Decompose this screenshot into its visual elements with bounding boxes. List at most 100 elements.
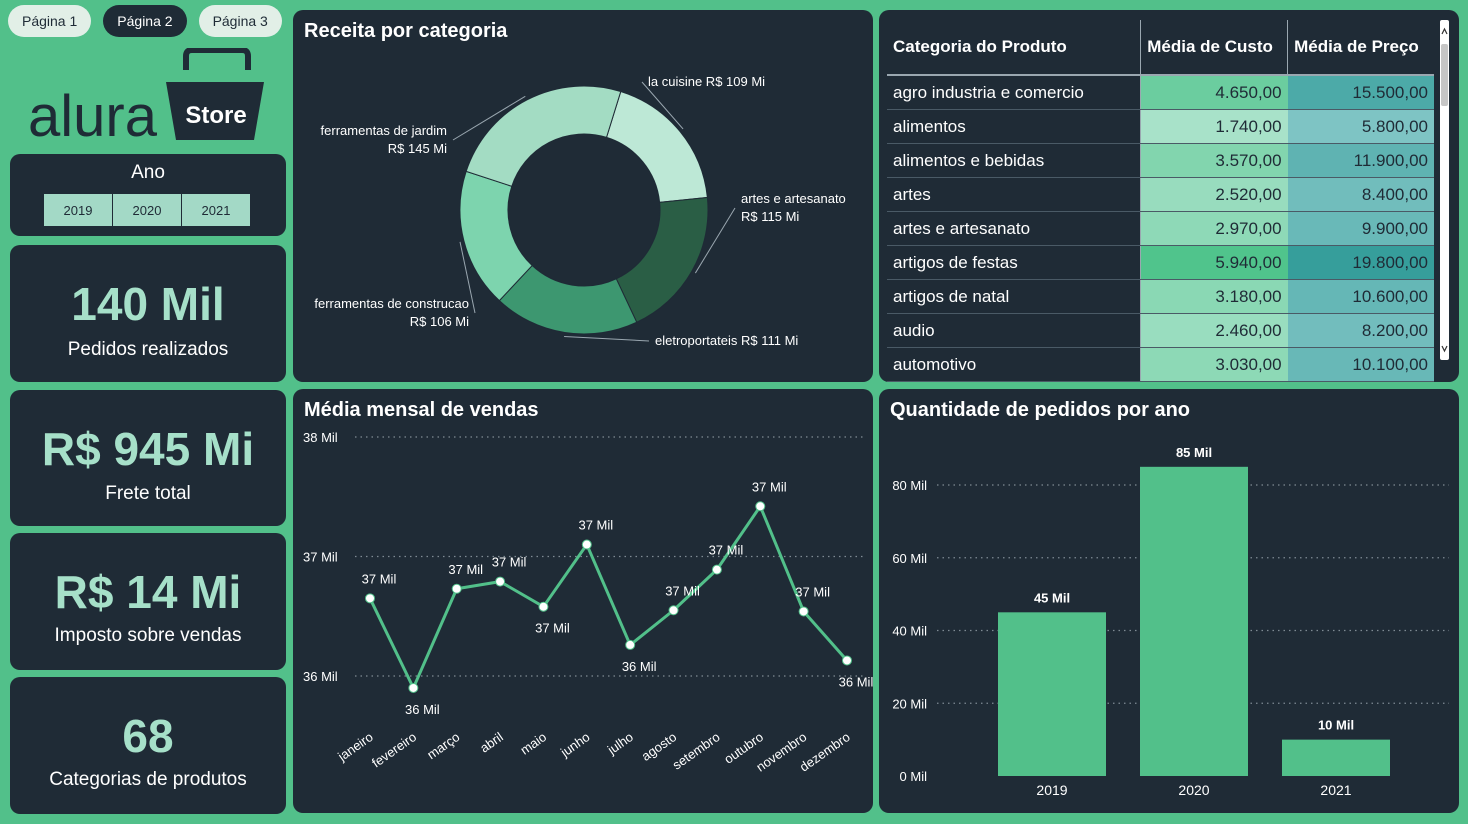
y-tick-label: 80 Mil <box>892 478 927 493</box>
kpi-card-imposto: R$ 14 Mi Imposto sobre vendas <box>10 533 286 670</box>
kpi-card-frete: R$ 945 Mi Frete total <box>10 390 286 526</box>
table-row[interactable]: alimentos 1.740,00 5.800,00 <box>887 109 1434 144</box>
donut-slice <box>465 85 622 187</box>
table-row[interactable]: alimentos e bebidas 3.570,00 11.900,00 <box>887 143 1434 178</box>
category-table: Categoria do Produto Média de Custo Médi… <box>887 20 1434 382</box>
kpi-value: 140 Mil <box>71 278 225 330</box>
basket-handle-icon <box>183 48 251 70</box>
slicer-option-2021[interactable]: 2021 <box>182 194 250 226</box>
cell-preco: 10.100,00 <box>1287 347 1434 382</box>
x-tick-label: julho <box>604 729 636 758</box>
cell-preco: 5.800,00 <box>1287 109 1434 144</box>
column-header-categoria[interactable]: Categoria do Produto <box>887 20 1141 76</box>
table-body: agro industria e comercio 4.650,00 15.500,… <box>887 75 1434 382</box>
alura-store-logo: alura Store <box>28 48 264 144</box>
category-table-panel: Categoria do Produto Média de Custo Médi… <box>879 10 1459 382</box>
data-point <box>495 576 506 587</box>
cell-custo: 5.940,00 <box>1140 245 1288 280</box>
cell-custo: 3.180,00 <box>1140 279 1288 314</box>
cell-categoria: artes <box>887 177 1141 212</box>
data-point <box>581 539 592 550</box>
data-point <box>842 655 852 666</box>
x-tick-label: abril <box>477 729 506 755</box>
table-row[interactable]: artigos de festas 5.940,00 19.800,00 <box>887 245 1434 280</box>
logo-badge-text: Store <box>185 102 246 129</box>
tab-pagina-2[interactable]: Página 2 <box>103 5 187 37</box>
cell-preco: 11.900,00 <box>1287 143 1434 178</box>
cell-preco: 8.400,00 <box>1287 177 1434 212</box>
x-tick-label: setembro <box>670 729 723 772</box>
series-line <box>368 503 849 692</box>
data-point <box>711 564 722 575</box>
donut-slice <box>605 90 708 203</box>
table-row[interactable]: audio 2.460,00 8.200,00 <box>887 313 1434 348</box>
data-label: 36 Mil <box>622 659 657 674</box>
column-header-custo[interactable]: Média de Custo <box>1140 20 1288 76</box>
cell-categoria: automotivo <box>887 347 1141 382</box>
x-tick-label: junho <box>557 729 592 760</box>
table-row[interactable]: agro industria e comercio 4.650,00 15.500,… <box>887 75 1434 110</box>
bar-chart: 0 Mil 20 Mil 40 Mil 60 Mil 80 Mil 45 Mil 2019 8… <box>892 445 1449 798</box>
data-point <box>365 593 375 604</box>
slicer-option-2019[interactable]: 2019 <box>44 194 112 226</box>
data-label: 10 Mil <box>1318 718 1354 733</box>
table-row[interactable]: artes e artesanato 2.970,00 9.900,00 <box>887 211 1434 246</box>
bar <box>1282 739 1390 776</box>
tab-pagina-3[interactable]: Página 3 <box>198 5 282 37</box>
x-tick-label: março <box>424 729 462 762</box>
data-point <box>408 682 419 693</box>
slice-value-label: R$ 106 Mi <box>410 314 469 329</box>
slice-label: artes e artesanato <box>741 191 846 206</box>
column-header-preco[interactable]: Média de Preço <box>1287 20 1434 76</box>
chevron-up-icon[interactable] <box>1441 27 1448 35</box>
table-row[interactable]: artes 2.520,00 8.400,00 <box>887 177 1434 212</box>
cell-preco: 8.200,00 <box>1287 313 1434 348</box>
table-header-row: Categoria do Produto Média de Custo Médi… <box>887 20 1434 76</box>
cell-preco: 19.800,00 <box>1287 245 1434 280</box>
data-label: 37 Mil <box>578 518 613 533</box>
y-tick-label: 36 Mil <box>303 669 338 684</box>
chevron-down-icon[interactable] <box>1441 345 1448 353</box>
table-row[interactable]: artigos de natal 3.180,00 10.600,00 <box>887 279 1434 314</box>
year-slicer: Ano 2019 2020 2021 <box>10 154 286 236</box>
cell-categoria: artigos de festas <box>887 245 1141 280</box>
slice-value-label: R$ 115 Mi <box>741 209 799 224</box>
x-tick-label: maio <box>517 729 549 757</box>
x-tick-label: 2020 <box>1178 782 1209 798</box>
slice-value-label: R$ 145 Mi <box>388 141 447 156</box>
data-label: 37 Mil <box>448 562 483 577</box>
kpi-value: R$ 14 Mi <box>54 566 242 618</box>
data-label: 37 Mil <box>752 479 787 494</box>
y-tick-label: 38 Mil <box>303 430 338 445</box>
data-label: 45 Mil <box>1034 590 1070 605</box>
page-tabs: Página 1 Página 2 Página 3 <box>8 5 282 37</box>
donut-chart: la cuisine R$ 109 Mi artes e artesanato R$… <box>314 74 846 348</box>
y-tick-label: 20 Mil <box>892 696 927 711</box>
cell-custo: 3.570,00 <box>1140 143 1288 178</box>
data-point <box>625 639 636 650</box>
cell-custo: 3.030,00 <box>1140 347 1288 382</box>
table-scrollbar[interactable] <box>1440 20 1449 360</box>
bar <box>998 612 1106 776</box>
kpi-card-pedidos: 140 Mil Pedidos realizados <box>10 245 286 382</box>
slicer-title: Ano <box>131 162 165 183</box>
cell-categoria: alimentos e bebidas <box>887 143 1141 178</box>
x-tick-label: fevereiro <box>369 729 419 770</box>
y-tick-label: 0 Mil <box>900 769 928 784</box>
data-label: 37 Mil <box>795 584 830 599</box>
cell-categoria: artes e artesanato <box>887 211 1141 246</box>
data-point <box>668 605 679 616</box>
data-label: 37 Mil <box>709 543 744 558</box>
slicer-option-2020[interactable]: 2020 <box>113 194 181 226</box>
logo-brand-text: alura <box>28 84 158 144</box>
kpi-label: Imposto sobre vendas <box>54 625 242 646</box>
x-tick-label: 2021 <box>1320 782 1351 798</box>
table-row[interactable]: automotivo 3.030,00 10.100,00 <box>887 347 1434 382</box>
kpi-value: 68 <box>122 710 174 762</box>
y-tick-label: 37 Mil <box>303 550 338 565</box>
data-point <box>451 583 462 594</box>
orders-per-year-panel: Quantidade de pedidos por ano 0 Mil 20 Mi… <box>879 389 1459 813</box>
tab-pagina-1[interactable]: Página 1 <box>8 5 92 37</box>
kpi-value: R$ 945 Mi <box>41 423 255 475</box>
slice-label: ferramentas de jardim <box>321 123 447 138</box>
